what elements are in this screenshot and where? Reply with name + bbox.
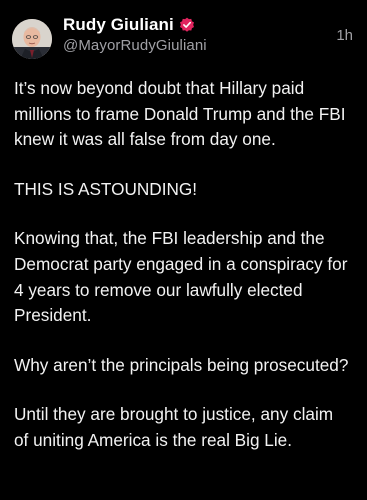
user-avatar-photo-icon [12, 19, 52, 59]
author-identity: Rudy Giuliani @MayorRudyGiuliani [63, 12, 355, 54]
author-name-row: Rudy Giuliani [63, 14, 355, 36]
post-header: Rudy Giuliani @MayorRudyGiuliani [12, 12, 355, 66]
post-body: It’s now beyond doubt that Hillary paid … [12, 76, 355, 454]
post-paragraph: Why aren’t the principals being prosecut… [14, 354, 349, 375]
post-timestamp[interactable]: 1h [336, 27, 353, 44]
author-handle[interactable]: @MayorRudyGiuliani [63, 37, 355, 54]
post-paragraph: Until they are brought to justice, any c… [14, 404, 338, 450]
post-card: Rudy Giuliani @MayorRudyGiuliani 1h It’s… [0, 0, 367, 500]
verified-badge-icon [179, 17, 195, 33]
post-paragraph: THIS IS ASTOUNDING! [14, 178, 198, 199]
post-paragraph: Knowing that, the FBI leadership and the… [14, 228, 353, 326]
post-paragraph: It’s now beyond doubt that Hillary paid … [14, 78, 351, 150]
author-display-name[interactable]: Rudy Giuliani [63, 15, 174, 35]
avatar[interactable] [12, 19, 52, 59]
